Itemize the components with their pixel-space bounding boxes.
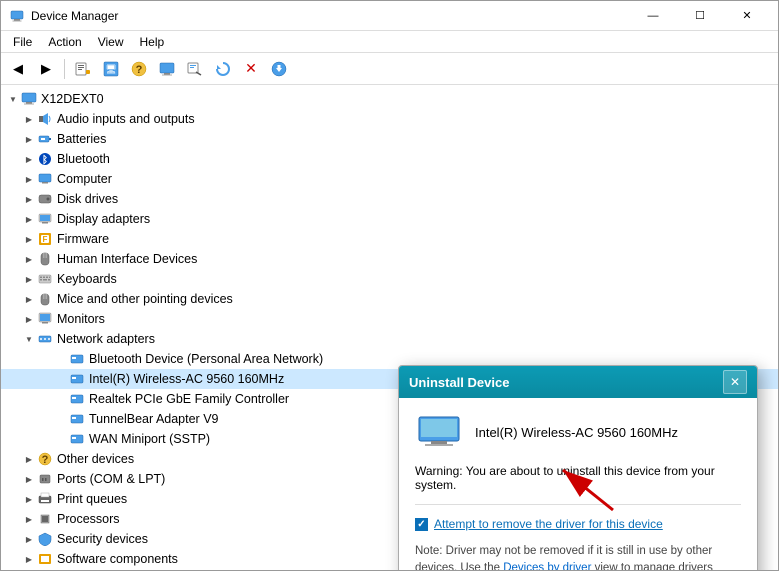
dialog-checkbox-row[interactable]: ✓ Attempt to remove the driver for this … <box>415 517 741 531</box>
toolbar: ◀ ▶ 🖥 ? <box>1 53 778 85</box>
toolbar-scan[interactable] <box>210 57 236 81</box>
toolbar-help[interactable]: ? <box>126 57 152 81</box>
checkbox-label[interactable]: Attempt to remove the driver for this de… <box>434 517 663 531</box>
title-bar: Device Manager — ☐ ✕ <box>1 1 778 31</box>
window-controls: — ☐ ✕ <box>630 1 770 31</box>
devices-by-driver-link[interactable]: Devices by driver <box>503 562 591 570</box>
toolbar-back[interactable]: ◀ <box>5 57 31 81</box>
minimize-button[interactable]: — <box>630 1 676 31</box>
toolbar-download[interactable] <box>266 57 292 81</box>
dialog-device-row: Intel(R) Wireless-AC 9560 160MHz <box>415 414 741 450</box>
dialog-device-icon <box>415 414 463 450</box>
dialog-close-button[interactable]: ✕ <box>723 370 747 394</box>
svg-text:?: ? <box>136 64 143 76</box>
menu-help[interactable]: Help <box>132 33 173 51</box>
red-arrow-indicator <box>543 455 623 518</box>
close-button[interactable]: ✕ <box>724 1 770 31</box>
toolbar-update[interactable]: 🖥 <box>98 57 124 81</box>
toolbar-properties[interactable] <box>70 57 96 81</box>
menu-file[interactable]: File <box>5 33 40 51</box>
dialog-overlay: Uninstall Device ✕ <box>1 85 778 570</box>
toolbar-delete[interactable]: ✕ <box>238 57 264 81</box>
window-title: Device Manager <box>31 9 630 23</box>
device-manager-window: Device Manager — ☐ ✕ File Action View He… <box>0 0 779 571</box>
dialog-title: Uninstall Device <box>409 375 723 390</box>
toolbar-monitor[interactable] <box>154 57 180 81</box>
maximize-button[interactable]: ☐ <box>677 1 723 31</box>
svg-text:🖥: 🖥 <box>105 64 116 74</box>
toolbar-sep1 <box>64 59 65 79</box>
dialog-note: Note: Driver may not be removed if it is… <box>415 543 741 570</box>
menu-view[interactable]: View <box>90 33 132 51</box>
title-icon <box>9 8 25 24</box>
main-content: ▼ X12DEXT0 ▶ Audio inputs and outputs <box>1 85 778 570</box>
dialog-device-name: Intel(R) Wireless-AC 9560 160MHz <box>475 425 678 440</box>
driver-removal-checkbox[interactable]: ✓ <box>415 518 428 531</box>
toolbar-search[interactable] <box>182 57 208 81</box>
toolbar-forward[interactable]: ▶ <box>33 57 59 81</box>
dialog-title-bar: Uninstall Device ✕ <box>399 366 757 398</box>
menu-bar: File Action View Help <box>1 31 778 53</box>
menu-action[interactable]: Action <box>40 33 89 51</box>
